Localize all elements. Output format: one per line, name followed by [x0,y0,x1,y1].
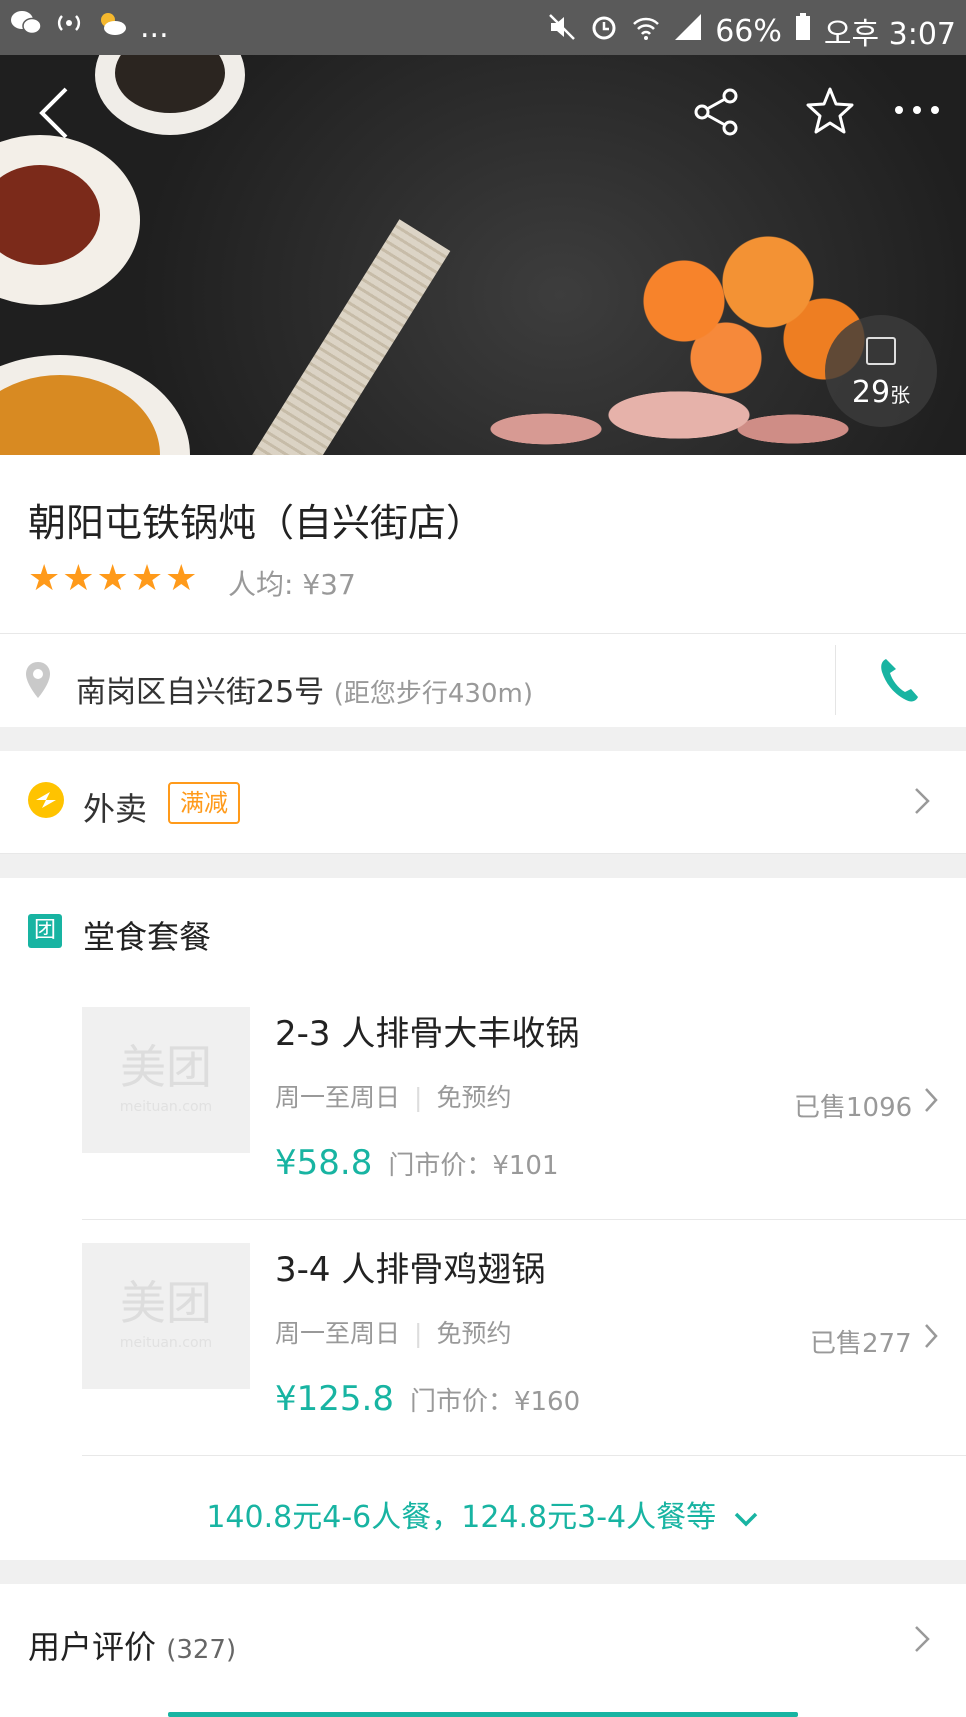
more-menu-button[interactable] [892,85,942,142]
bowl-image-part [0,135,140,305]
package-name[interactable]: 2-3 人排骨大丰收锅 [275,1006,579,1055]
chevron-right-icon[interactable] [922,1321,940,1359]
sold-count: 已售277 [810,1329,912,1359]
clock: 오후 3:07 [823,17,956,52]
mute-icon [547,12,577,50]
walking-distance: (距您步行430m) [333,679,533,709]
more-packages-link[interactable]: 140.8元4-6人餐，124.8元3-4人餐等 [0,1492,966,1536]
rating-stars: ★★★★★ [28,558,200,599]
more-notifications: ... [140,9,169,45]
sold-count: 已售1096 [794,1093,913,1123]
divider [82,1455,966,1456]
signal-icon [673,12,703,50]
bowl-image-part [95,55,245,135]
wifi-icon [631,12,661,50]
bowl-image-part [0,355,190,455]
battery-icon [794,12,812,50]
section-title: 堂食套餐 [83,918,212,956]
photo-count-button[interactable]: 29张 [825,315,937,427]
weather-icon [96,9,128,45]
original-price: 门市价：¥160 [409,1387,581,1417]
divider [0,633,966,634]
image-icon [866,337,896,365]
chevron-right-icon[interactable] [912,785,932,825]
hero-image[interactable] [0,55,966,455]
divider [0,853,966,854]
noodles-image-part [224,219,451,455]
chevron-right-icon[interactable] [922,1085,940,1123]
group-deal-icon: 团 [28,914,62,948]
reviews-label[interactable]: 用户评价 (327) [28,1622,236,1668]
discount-badge: 满减 [168,782,240,824]
review-filter-bar-edge [168,1712,798,1717]
chevron-down-icon [734,1512,757,1526]
alarm-icon [589,12,619,50]
chevron-right-icon[interactable] [912,1623,932,1663]
shop-name: 朝阳屯铁锅炖（自兴街店） [28,501,485,545]
back-button[interactable] [36,85,76,148]
package-meta: 周一至周日 | 免预约 [275,1083,512,1112]
original-price: 门市价：¥101 [388,1151,559,1181]
package-price: ¥58.8 门市价：¥101 [275,1143,559,1183]
location-pin-icon [24,660,52,700]
divider [835,645,836,715]
favorite-star-button[interactable] [804,85,856,144]
delivery-icon [28,782,64,818]
phone-call-button[interactable] [878,656,928,706]
package-meta: 周一至周日 | 免预约 [275,1319,512,1348]
package-price: ¥125.8 门市价：¥160 [275,1379,581,1419]
package-thumbnail[interactable]: 美团 meituan.com [82,1007,250,1153]
average-price: 人均: ¥37 [228,568,356,601]
share-button[interactable] [692,87,742,144]
photo-count: 29张 [851,375,911,410]
shop-address[interactable]: 南岗区自兴街25号 (距您步行430m) [76,667,533,711]
review-count: (327) [166,1635,237,1665]
battery-percent: 66% [715,13,782,49]
wechat-icon [10,9,42,45]
hotspot-icon [54,9,84,45]
meat-image-part [470,345,850,455]
package-name[interactable]: 3-4 人排骨鸡翅锅 [275,1242,545,1291]
status-bar: ... 66% 오후 3:07 [0,0,966,55]
divider [82,1219,966,1220]
delivery-label: 外卖 [83,790,148,828]
package-thumbnail[interactable]: 美团 meituan.com [82,1243,250,1389]
